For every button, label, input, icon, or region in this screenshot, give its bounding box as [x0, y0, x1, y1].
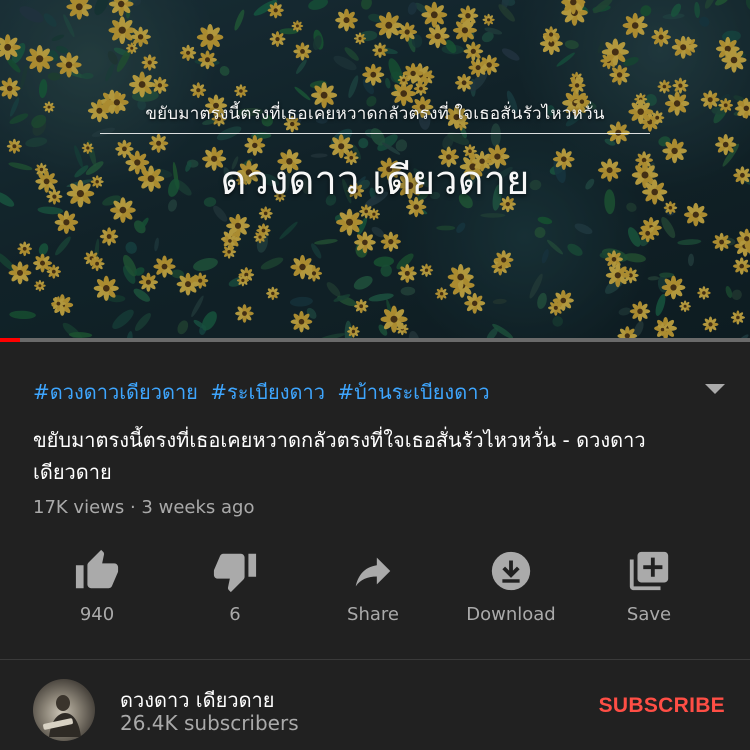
- video-stats: 17K views · 3 weeks ago: [33, 497, 255, 518]
- download-button[interactable]: Download: [442, 548, 580, 628]
- dislike-button[interactable]: 6: [166, 548, 304, 628]
- like-button[interactable]: 940: [28, 548, 166, 628]
- hashtag-link[interactable]: #ดวงดาวเดียวดาย: [33, 380, 198, 404]
- avatar-photo: [43, 695, 81, 737]
- share-label: Share: [347, 604, 399, 625]
- hashtag-link[interactable]: #บ้านระเบียงดาว: [337, 380, 489, 404]
- save-button[interactable]: Save: [580, 548, 718, 628]
- expand-description-chevron-down-icon[interactable]: [705, 384, 725, 394]
- download-label: Download: [466, 604, 556, 625]
- thumbs-up-icon: [75, 549, 119, 589]
- action-bar: 940 6 Share Download Save: [28, 548, 718, 628]
- save-label: Save: [626, 604, 672, 625]
- dislike-count: 6: [229, 604, 241, 625]
- video-progress-played: [0, 338, 21, 342]
- channel-avatar[interactable]: [33, 679, 95, 741]
- video-progress-bar[interactable]: [0, 338, 750, 342]
- section-divider: [0, 659, 750, 660]
- add-to-playlist-icon: [629, 551, 669, 591]
- video-title: ขยับมาตรงนี้ตรงที่เธอเคยหวาดกลัวตรงที่ใจ…: [33, 428, 646, 484]
- video-overlay-artist: ดวงดาว เดียวดาย: [220, 158, 530, 204]
- thumbs-down-icon: [213, 553, 257, 593]
- video-player[interactable]: ขยับมาตรงนี้ตรงที่เธอเคยหวาดกลัวตรงที่ ใ…: [0, 0, 750, 338]
- share-icon: [355, 557, 391, 587]
- share-button[interactable]: Share: [304, 548, 442, 628]
- hashtag-row: #ดวงดาวเดียวดาย #ระเบียงดาว #บ้านระเบียง…: [33, 376, 723, 408]
- video-overlay-divider: [100, 133, 650, 134]
- subscribe-button[interactable]: SUBSCRIBE: [599, 694, 725, 718]
- subscriber-count: 26.4K subscribers: [120, 711, 299, 735]
- video-overlay-lyric: ขยับมาตรงนี้ตรงที่เธอเคยหวาดกลัวตรงที่ ใ…: [145, 104, 605, 124]
- hashtag-link[interactable]: #ระเบียงดาว: [210, 380, 325, 404]
- like-count: 940: [79, 604, 115, 625]
- download-icon: [491, 551, 531, 591]
